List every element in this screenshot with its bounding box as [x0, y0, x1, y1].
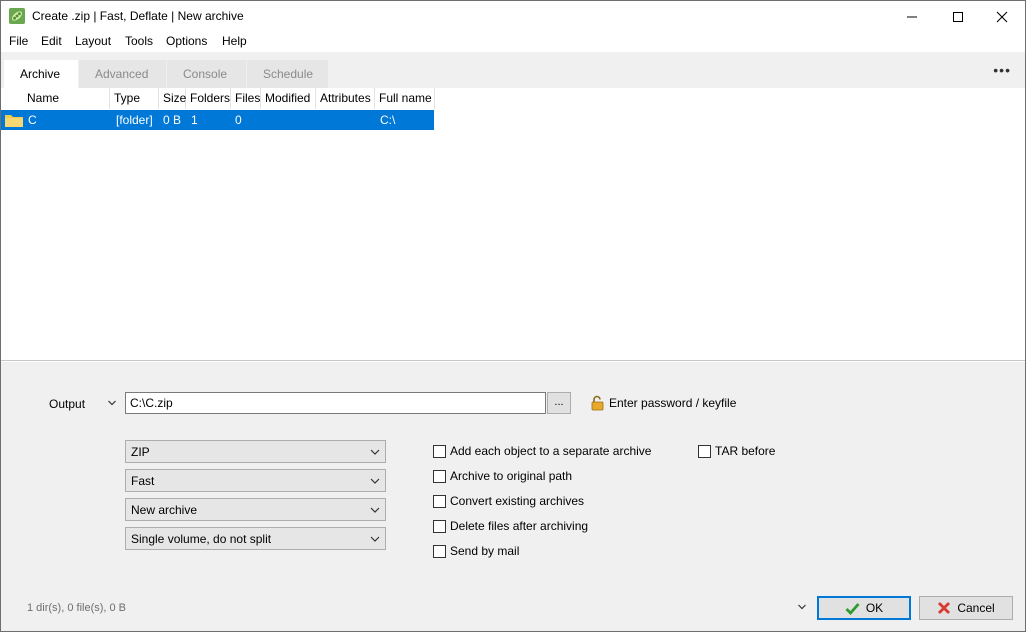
cell-files: 0	[235, 113, 242, 127]
more-options-button[interactable]: •••	[993, 62, 1011, 78]
maximize-button[interactable]	[935, 1, 981, 32]
checkbox-box[interactable]	[433, 544, 446, 558]
minimize-icon	[907, 16, 917, 17]
status-text: 1 dir(s), 0 file(s), 0 B	[27, 602, 127, 614]
cell-type: [folder]	[116, 113, 153, 127]
send-by-mail-checkbox[interactable]: Send by mail	[433, 544, 519, 558]
menu-file[interactable]: File	[9, 34, 28, 48]
file-list[interactable]: Name Type Size Folders Files Modified At…	[1, 88, 1025, 361]
column-header-modified[interactable]: Modified	[261, 88, 316, 109]
cancel-button-label: Cancel	[957, 601, 995, 615]
tab-advanced[interactable]: Advanced	[79, 60, 166, 88]
chevron-down-icon	[370, 536, 380, 542]
separate-archive-checkbox[interactable]: Add each object to a separate archive	[433, 444, 651, 458]
format-select[interactable]: ZIP	[125, 440, 386, 463]
menu-tools[interactable]: Tools	[125, 34, 153, 48]
chevron-down-icon[interactable]	[107, 398, 117, 408]
tab-schedule[interactable]: Schedule	[247, 60, 328, 88]
close-button[interactable]	[979, 1, 1025, 32]
cell-full-name: C:\	[380, 113, 396, 127]
unlocked-padlock-icon[interactable]	[591, 395, 605, 411]
options-panel: Output ... Enter password / keyfile ZIP …	[1, 362, 1025, 631]
column-header-size[interactable]: Size	[159, 88, 186, 109]
checkbox-box[interactable]	[433, 469, 446, 483]
folder-icon	[5, 115, 23, 127]
maximize-icon	[953, 11, 963, 22]
app-window: Create .zip | Fast, Deflate | New archiv…	[0, 0, 1026, 632]
table-row[interactable]: C [folder] 0 B 1 0 C:\	[1, 110, 434, 130]
split-volume-value: Single volume, do not split	[131, 532, 272, 546]
menu-layout[interactable]: Layout	[75, 34, 111, 48]
compression-level-select[interactable]: Fast	[125, 469, 386, 492]
checkbox-label: Delete files after archiving	[450, 519, 589, 533]
compression-level-value: Fast	[131, 474, 155, 488]
chevron-down-icon	[370, 507, 380, 513]
tar-before-checkbox[interactable]: TAR before	[698, 444, 775, 458]
split-volume-select[interactable]: Single volume, do not split	[125, 527, 386, 550]
window-title: Create .zip | Fast, Deflate | New archiv…	[32, 9, 244, 23]
output-label: Output	[49, 397, 86, 411]
delete-files-checkbox[interactable]: Delete files after archiving	[433, 519, 588, 533]
archive-mode-value: New archive	[131, 503, 198, 517]
menu-help[interactable]: Help	[222, 34, 247, 48]
checkbox-label: Add each object to a separate archive	[450, 444, 652, 458]
column-header-full-name[interactable]: Full name	[375, 88, 435, 109]
cell-folders: 1	[191, 113, 198, 127]
cell-name: C	[28, 113, 37, 127]
chevron-down-icon	[370, 449, 380, 455]
checkbox-label: Send by mail	[450, 544, 520, 558]
output-path-input[interactable]	[125, 392, 546, 414]
checkbox-label: TAR before	[715, 444, 776, 458]
checkbox-label: Convert existing archives	[450, 494, 585, 508]
checkbox-box[interactable]	[433, 494, 446, 508]
chevron-down-icon	[370, 478, 380, 484]
browse-button[interactable]: ...	[547, 392, 571, 414]
checkbox-box[interactable]	[698, 444, 711, 458]
column-header-name[interactable]: Name	[23, 88, 110, 109]
convert-archives-checkbox[interactable]: Convert existing archives	[433, 494, 584, 508]
checkbox-label: Archive to original path	[450, 469, 573, 483]
menu-options[interactable]: Options	[166, 34, 207, 48]
checkmark-icon	[845, 602, 860, 615]
column-header-type[interactable]: Type	[110, 88, 159, 109]
cancel-x-icon	[938, 602, 951, 614]
tab-strip: Archive Advanced Console Schedule •••	[1, 52, 1025, 88]
close-icon	[996, 11, 1008, 22]
original-path-checkbox[interactable]: Archive to original path	[433, 469, 572, 483]
column-header-files[interactable]: Files	[231, 88, 261, 109]
ok-button[interactable]: OK	[817, 596, 911, 620]
title-bar: Create .zip | Fast, Deflate | New archiv…	[1, 1, 1025, 32]
cancel-button[interactable]: Cancel	[919, 596, 1013, 620]
enter-password-button[interactable]: Enter password / keyfile	[609, 396, 736, 410]
tab-console[interactable]: Console	[167, 60, 246, 88]
ok-button-label: OK	[865, 601, 884, 615]
menu-edit[interactable]: Edit	[41, 34, 62, 48]
chevron-down-icon[interactable]	[797, 602, 807, 612]
menu-bar: File Edit Layout Tools Options Help	[1, 32, 1025, 52]
checkbox-box[interactable]	[433, 444, 446, 458]
column-header-attributes[interactable]: Attributes	[316, 88, 375, 109]
tab-archive[interactable]: Archive	[4, 60, 78, 88]
peazip-logo-icon	[9, 8, 25, 24]
format-select-value: ZIP	[131, 445, 150, 459]
minimize-button[interactable]	[889, 1, 935, 32]
checkbox-box[interactable]	[433, 519, 446, 533]
column-header-folders[interactable]: Folders	[186, 88, 231, 109]
cell-size: 0 B	[163, 113, 182, 127]
archive-mode-select[interactable]: New archive	[125, 498, 386, 521]
